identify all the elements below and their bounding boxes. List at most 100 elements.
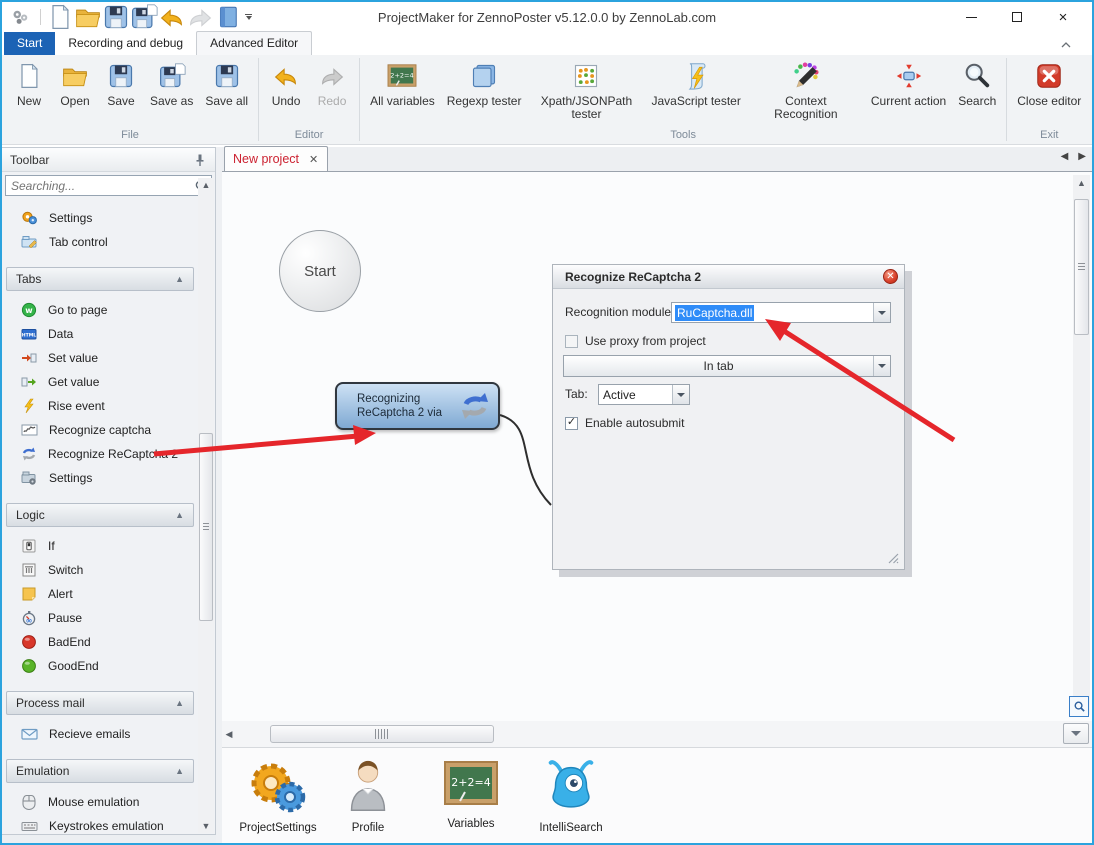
flow-canvas[interactable]: Start Recognizing ReCaptcha 2 via bbox=[222, 172, 1092, 721]
tab-combobox[interactable]: Active bbox=[598, 384, 690, 405]
sidebar-item-rise-event[interactable]: Rise event bbox=[2, 394, 198, 418]
sidebar-item-data[interactable]: HTMLData bbox=[2, 322, 198, 346]
ribbon-button-current-action[interactable]: Current action bbox=[865, 56, 952, 108]
ribbon-separator bbox=[359, 58, 360, 141]
tab-start[interactable]: Start bbox=[4, 32, 55, 55]
sidebar-item-recognize-captcha[interactable]: Recognize captcha bbox=[2, 418, 198, 442]
dialog-header[interactable]: Recognize ReCaptcha 2 ✕ bbox=[553, 265, 904, 289]
collapse-chevron-icon[interactable]: ▲ bbox=[175, 274, 184, 284]
sidebar-scroll-thumb[interactable] bbox=[199, 433, 213, 621]
ribbon-button-label: Save bbox=[107, 95, 134, 108]
enable-autosubmit-checkbox[interactable]: ✓ bbox=[565, 417, 578, 430]
pin-icon[interactable] bbox=[193, 153, 207, 167]
scroll-up-icon[interactable]: ▲ bbox=[1073, 176, 1090, 190]
qat-new[interactable] bbox=[49, 6, 71, 28]
redo-icon bbox=[185, 2, 215, 32]
qat-save[interactable] bbox=[105, 6, 127, 28]
tab-close-icon[interactable]: ✕ bbox=[309, 153, 318, 166]
sidebar-item-settings[interactable]: Settings bbox=[2, 466, 198, 490]
macro-variables[interactable]: 2+2=4Variables bbox=[415, 756, 527, 830]
ribbon-button-regexp-tester[interactable]: Regexp tester bbox=[441, 56, 528, 108]
ribbon-button-search[interactable]: Search bbox=[952, 56, 1002, 108]
ribbon-button-save[interactable]: Save bbox=[98, 56, 144, 108]
sidebar-item-switch[interactable]: Switch bbox=[2, 558, 198, 582]
dropdown-arrow-icon[interactable] bbox=[672, 385, 689, 404]
sidebar-group-process-mail[interactable]: Process mail▲ bbox=[6, 691, 194, 715]
sidebar-item-get-value[interactable]: Get value bbox=[2, 370, 198, 394]
tabs-scroll-left-icon[interactable]: ◀ bbox=[1061, 151, 1069, 162]
ribbon-button-new[interactable]: New bbox=[6, 56, 52, 108]
dropdown-arrow-icon[interactable] bbox=[873, 303, 890, 322]
sidebar-item-recieve-emails[interactable]: Recieve emails bbox=[2, 722, 198, 746]
ribbon-button-all-variables[interactable]: 2+2=4All variables bbox=[364, 56, 441, 108]
sidebar-item-set-value[interactable]: Set value bbox=[2, 346, 198, 370]
sidebar-item-tab-control[interactable]: Tab control bbox=[2, 230, 198, 254]
collapse-chevron-icon[interactable]: ▲ bbox=[175, 698, 184, 708]
qat-undo[interactable] bbox=[161, 6, 183, 28]
getval-icon bbox=[21, 374, 37, 390]
use-proxy-checkbox[interactable] bbox=[565, 335, 578, 348]
dropdown-arrow-icon[interactable] bbox=[873, 356, 890, 376]
in-tab-dropdown[interactable]: In tab bbox=[563, 355, 891, 377]
sidebar-item-recognize-recaptcha-2[interactable]: Recognize ReCaptcha 2 bbox=[2, 442, 198, 466]
search-input[interactable] bbox=[6, 179, 191, 193]
scroll-down-icon[interactable]: ▼ bbox=[198, 819, 214, 833]
ribbon-collapse-icon[interactable] bbox=[1058, 38, 1074, 52]
sidebar-item-if[interactable]: If bbox=[2, 534, 198, 558]
collapse-chevron-icon[interactable]: ▲ bbox=[175, 766, 184, 776]
ribbon-button-javascript-tester[interactable]: JavaScript tester bbox=[645, 56, 746, 108]
ribbon-button-open[interactable]: Open bbox=[52, 56, 98, 108]
qat-customize-icon[interactable] bbox=[245, 14, 252, 20]
dialog-close-icon[interactable]: ✕ bbox=[883, 269, 898, 284]
tab-advanced-editor[interactable]: Advanced Editor bbox=[196, 31, 312, 56]
scroll-left-icon[interactable]: ◀ bbox=[222, 729, 236, 740]
ribbon-button-save-all[interactable]: Save all bbox=[199, 56, 254, 108]
sidebar-item-settings[interactable]: Settings bbox=[2, 206, 198, 230]
maximize-button[interactable] bbox=[1008, 8, 1026, 26]
scroll-up-icon[interactable]: ▲ bbox=[198, 178, 214, 192]
canvas-vscroll-thumb[interactable] bbox=[1074, 199, 1089, 335]
ribbon-button-save-as[interactable]: Save as bbox=[144, 56, 199, 108]
canvas-vertical-scrollbar[interactable]: ▲ ▼ bbox=[1073, 175, 1090, 715]
document-tab-new-project[interactable]: New project ✕ bbox=[224, 146, 328, 171]
start-node[interactable]: Start bbox=[279, 230, 361, 312]
sidebar-item-mouse-emulation[interactable]: Mouse emulation bbox=[2, 790, 198, 814]
sidebar-item-badend[interactable]: BadEnd bbox=[2, 630, 198, 654]
macro-profile[interactable]: Profile bbox=[312, 756, 424, 834]
collapse-chevron-icon[interactable]: ▲ bbox=[175, 510, 184, 520]
sidebar-item-keystrokes-emulation[interactable]: Keystrokes emulation bbox=[2, 814, 198, 834]
canvas-pan-button[interactable] bbox=[1063, 723, 1089, 744]
sidebar-group-logic[interactable]: Logic▲ bbox=[6, 503, 194, 527]
qat-editor[interactable] bbox=[217, 6, 239, 28]
sidebar-item-alert[interactable]: Alert bbox=[2, 582, 198, 606]
action-block-recognize-recaptcha[interactable]: Recognizing ReCaptcha 2 via bbox=[335, 382, 500, 430]
sidebar-scrollbar[interactable]: ▲ ▼ bbox=[198, 178, 214, 833]
sidebar-item-go-to-page[interactable]: wGo to page bbox=[2, 298, 198, 322]
ribbon-button-context-recognition[interactable]: Context Recognition bbox=[747, 56, 865, 121]
sidebar-item-pause[interactable]: 00Pause bbox=[2, 606, 198, 630]
ribbon-group-label: Exit bbox=[1011, 127, 1087, 144]
sidebar-item-label: Set value bbox=[48, 351, 98, 365]
ribbon-button-label: Save all bbox=[205, 95, 248, 108]
canvas-zoom-button[interactable] bbox=[1069, 696, 1089, 717]
tabs-scroll-right-icon[interactable]: ▶ bbox=[1078, 151, 1086, 162]
ribbon-button-undo[interactable]: Undo bbox=[263, 56, 309, 108]
qat-redo[interactable] bbox=[189, 6, 211, 28]
document-tab-label: New project bbox=[233, 152, 299, 166]
resize-grip[interactable] bbox=[886, 551, 900, 565]
tab-recording-and-debug[interactable]: Recording and debug bbox=[55, 32, 196, 55]
ribbon-button-close-editor[interactable]: Close editor bbox=[1011, 56, 1087, 108]
sidebar-item-goodend[interactable]: GoodEnd bbox=[2, 654, 198, 678]
qat-save-all[interactable] bbox=[133, 6, 155, 28]
qat-open[interactable] bbox=[77, 6, 99, 28]
sidebar-group-tabs[interactable]: Tabs▲ bbox=[6, 267, 194, 291]
recognition-module-combobox[interactable]: RuCaptcha.dll bbox=[671, 302, 891, 323]
canvas-horizontal-scrollbar[interactable]: ◀ ▶ bbox=[222, 721, 1092, 747]
minimize-button[interactable] bbox=[962, 8, 980, 26]
canvas-hscroll-thumb[interactable] bbox=[270, 725, 494, 743]
ribbon-button-xpath-jsonpath-tester[interactable]: Xpath/JSONPath tester bbox=[527, 56, 645, 121]
sidebar-group-emulation[interactable]: Emulation▲ bbox=[6, 759, 194, 783]
ribbon-button-label: Redo bbox=[318, 95, 347, 108]
close-button[interactable]: × bbox=[1054, 8, 1072, 26]
macro-intellisearch[interactable]: IntelliSearch bbox=[515, 756, 627, 834]
